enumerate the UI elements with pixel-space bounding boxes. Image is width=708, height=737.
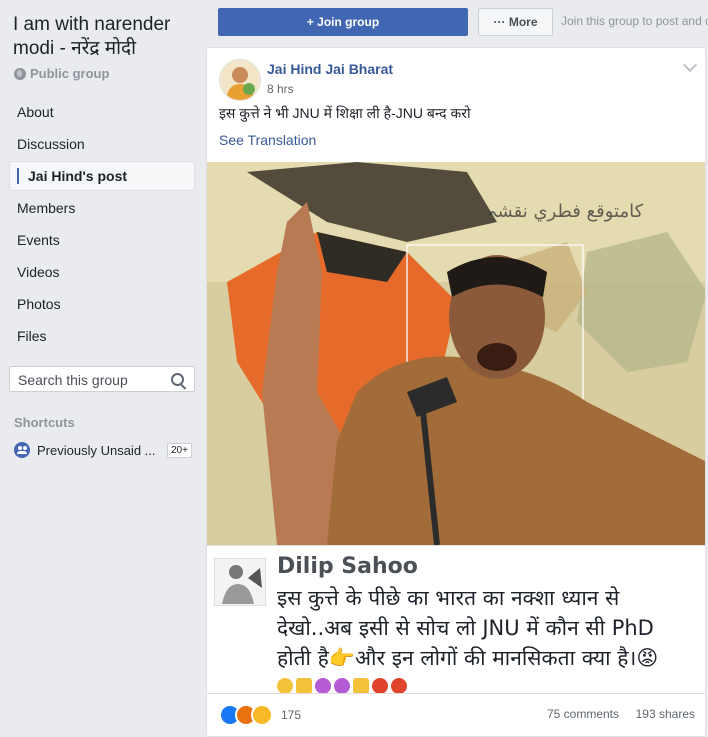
nav-photos[interactable]: Photos [9,289,195,319]
caption-line-3: होती है👉और इन लोगों की मानसिकता क्या है।… [277,646,659,670]
reactions-summary[interactable]: 175 [219,704,301,726]
left-sidebar: I am with narender modi - नरेंद्र मोदी P… [0,0,203,734]
globe-icon [14,67,26,80]
search-icon[interactable] [171,373,184,386]
pointing-hand-icon [296,678,312,694]
search-group-input[interactable]: Search this group [9,366,195,392]
caption-emoji-row [277,678,407,694]
post-footer: 175 75 comments 193 shares [207,693,705,734]
nav-discussion[interactable]: Discussion [9,129,195,159]
wow-reaction-icon [251,704,273,726]
chevron-down-icon[interactable] [682,57,698,73]
nav-files[interactable]: Files [9,321,195,351]
post-timestamp[interactable]: 8 hrs [267,82,294,96]
author-avatar[interactable] [219,59,261,101]
nav-videos[interactable]: Videos [9,257,195,287]
reactions-count[interactable]: 175 [281,708,301,722]
post-card: Jai Hind Jai Bharat 8 hrs इस कुत्ते ने भ… [206,47,706,737]
shares-count-link[interactable]: 193 shares [636,707,695,721]
image-caption: Dilip Sahoo इस कुत्ते के पीछे का भारत का… [207,545,705,694]
angry-emoji-icon [391,678,407,694]
comments-count-link[interactable]: 75 comments [547,707,619,721]
nav-events[interactable]: Events [9,225,195,255]
more-button[interactable]: ··· More [478,8,553,36]
angry-emoji-icon [372,678,388,694]
pointing-hand-icon [353,678,369,694]
nav-about[interactable]: About [9,97,195,127]
shortcut-count-badge: 20+ [167,442,192,458]
emoji-icon [315,678,331,694]
group-action-bar: + Join group ··· More Join this group to… [206,0,708,44]
svg-text:كامتوقع فطري نقشہ: كامتوقع فطري نقشہ [487,201,644,222]
shortcut-label: Previously Unsaid ... [37,442,156,458]
post-author-name[interactable]: Jai Hind Jai Bharat [267,61,393,77]
group-title[interactable]: I am with narender modi - नरेंद्र मोदी [13,13,198,61]
shortcut-item[interactable]: Previously Unsaid ... 20+ [14,440,194,460]
nav-current-post[interactable]: Jai Hind's post [9,161,195,191]
emoji-icon [277,678,293,694]
shortcuts-heading: Shortcuts [14,415,75,430]
caption-author: Dilip Sahoo [277,554,418,579]
post-text: इस कुत्ते ने भी JNU में शिक्षा ली है-JNU… [219,105,471,121]
caption-avatar [213,557,267,607]
group-icon [14,442,30,458]
emoji-icon [334,678,350,694]
caption-line-2: देखो..अब इसी से सोच लो JNU में कौन सी Ph… [277,616,654,640]
caption-line-1: इस कुत्ते के पीछे का भारत का नक्शा ध्यान… [277,586,620,610]
join-group-button[interactable]: + Join group [218,8,468,36]
search-placeholder: Search this group [18,372,128,388]
post-photo[interactable]: كامتوقع فطري نقشہ [207,162,705,545]
group-privacy: Public group [14,66,109,81]
group-nav: About Discussion Jai Hind's post Members… [9,97,195,353]
join-hint-text: Join this group to post and c [561,14,708,28]
see-translation-link[interactable]: See Translation [219,132,316,148]
nav-members[interactable]: Members [9,193,195,223]
group-privacy-label: Public group [30,66,110,81]
